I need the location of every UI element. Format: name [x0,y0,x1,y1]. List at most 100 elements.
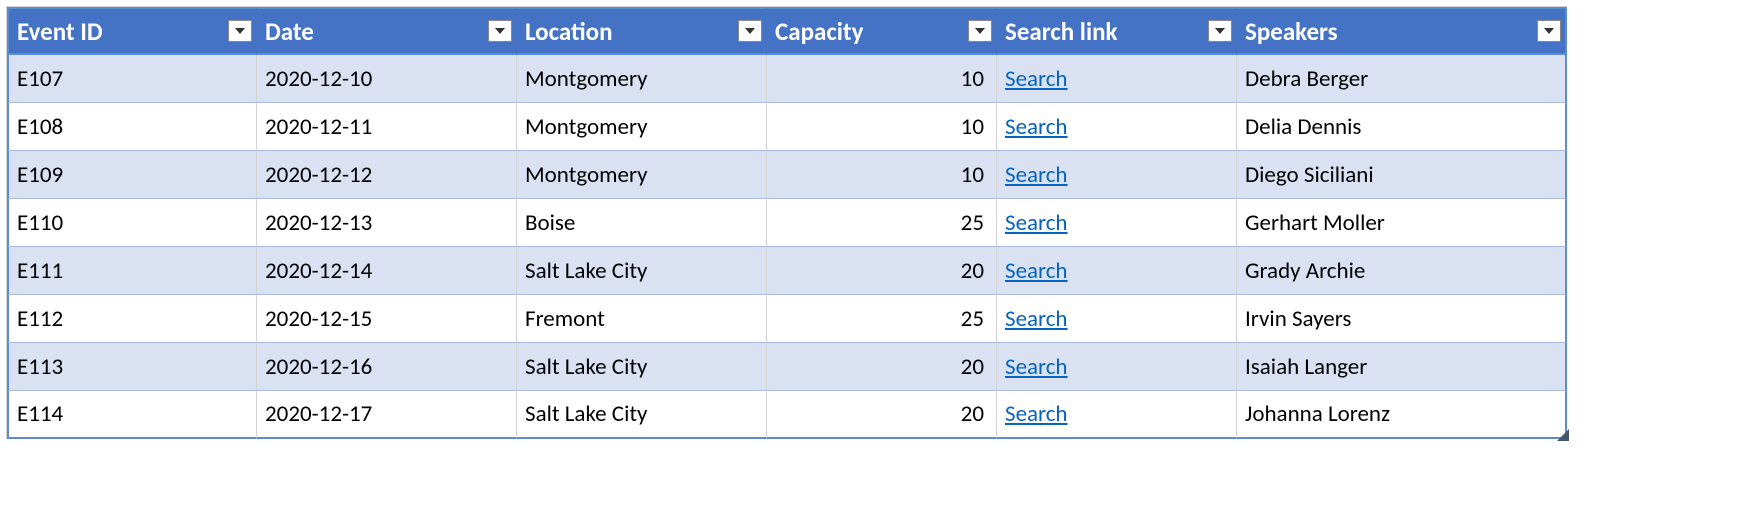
header-label: Location [525,16,613,47]
cell-search-link[interactable]: Search [997,103,1237,151]
filter-dropdown-capacity[interactable] [968,20,992,42]
cell-location-value: Salt Lake City [525,257,647,285]
cell-capacity-value: 20 [961,257,984,285]
cell-speakers[interactable]: Isaiah Langer [1237,343,1567,391]
cell-date[interactable]: 2020-12-12 [257,151,517,199]
header-label: Date [265,16,314,47]
cell-capacity[interactable]: 25 [767,295,997,343]
cell-event-id[interactable]: E111 [7,247,257,295]
cell-date[interactable]: 2020-12-17 [257,391,517,439]
cell-speakers-value: Isaiah Langer [1245,353,1367,381]
cell-date[interactable]: 2020-12-10 [257,55,517,103]
cell-location[interactable]: Salt Lake City [517,247,767,295]
cell-search-link[interactable]: Search [997,55,1237,103]
cell-capacity[interactable]: 10 [767,55,997,103]
cell-speakers[interactable]: Diego Siciliani [1237,151,1567,199]
cell-location[interactable]: Salt Lake City [517,391,767,439]
cell-date[interactable]: 2020-12-11 [257,103,517,151]
search-link[interactable]: Search [1005,209,1068,237]
cell-location[interactable]: Salt Lake City [517,343,767,391]
search-link[interactable]: Search [1005,400,1068,428]
table-row[interactable]: E1122020-12-15Fremont25 Search Irvin Saye… [7,295,1567,343]
table-row[interactable]: E1112020-12-14 Salt Lake City 20 Search Gra… [7,247,1567,295]
header-speakers[interactable]: Speakers [1237,7,1567,55]
chevron-down-icon [235,28,245,34]
cell-event-id[interactable]: E113 [7,343,257,391]
chevron-down-icon [1215,28,1225,34]
search-link[interactable]: Search [1005,113,1068,141]
cell-capacity[interactable]: 25 [767,199,997,247]
cell-search-link[interactable]: Search [997,151,1237,199]
table-row[interactable]: E110 2020-12-13 Boise 25 Search Gerhart Moll… [7,199,1567,247]
cell-date-value: 2020-12-10 [265,65,372,93]
header-event-id[interactable]: Event ID [7,7,257,55]
cell-date[interactable]: 2020-12-16 [257,343,517,391]
cell-event-id[interactable]: E114 [7,391,257,439]
search-link[interactable]: Search [1005,353,1068,381]
cell-event-id-value: E108 [17,113,63,141]
cell-date[interactable]: 2020-12-13 [257,199,517,247]
cell-capacity[interactable]: 20 [767,247,997,295]
cell-event-id[interactable]: E109 [7,151,257,199]
filter-dropdown-search-link[interactable] [1208,20,1232,42]
cell-capacity-value: 20 [961,400,984,428]
cell-speakers[interactable]: Johanna Lorenz [1237,391,1567,439]
filter-dropdown-speakers[interactable] [1537,20,1561,42]
search-link[interactable]: Search [1005,305,1068,333]
cell-capacity[interactable]: 20 [767,343,997,391]
filter-dropdown-location[interactable] [738,20,762,42]
table-row[interactable]: E107 2020-12-10 Montgomery10 Search Debra B… [7,55,1567,103]
table-row[interactable]: E1092020-12-12Montgomery 10 Search Diego S… [7,151,1567,199]
cell-date[interactable]: 2020-12-14 [257,247,517,295]
table-row[interactable]: E114 2020-12-17 Salt Lake City 20 Search Joh… [7,391,1567,439]
cell-search-link[interactable]: Search [997,199,1237,247]
cell-date-value: 2020-12-13 [265,209,372,237]
header-capacity[interactable]: Capacity [767,7,997,55]
cell-capacity-value: 25 [961,209,984,237]
cell-location[interactable]: Montgomery [517,103,767,151]
table-header-row: Event ID Date Location [7,7,1567,55]
cell-capacity[interactable]: 20 [767,391,997,439]
search-link[interactable]: Search [1005,257,1068,285]
header-search-link[interactable]: Search link [997,7,1237,55]
table-resize-handle[interactable] [1557,429,1569,441]
table-row[interactable]: E1132020-12-16Salt Lake City20 Search Isa… [7,343,1567,391]
cell-event-id[interactable]: E107 [7,55,257,103]
cell-search-link[interactable]: Search [997,295,1237,343]
cell-capacity[interactable]: 10 [767,103,997,151]
cell-speakers[interactable]: Delia Dennis [1237,103,1567,151]
cell-location[interactable]: Fremont [517,295,767,343]
cell-date[interactable]: 2020-12-15 [257,295,517,343]
cell-event-id-value: E110 [17,209,63,237]
cell-event-id[interactable]: E110 [7,199,257,247]
cell-capacity[interactable]: 10 [767,151,997,199]
cell-location-value: Boise [525,209,575,237]
filter-dropdown-date[interactable] [488,20,512,42]
cell-location-value: Salt Lake City [525,400,647,428]
cell-speakers-value: Diego Siciliani [1245,161,1374,189]
cell-speakers[interactable]: Grady Archie [1237,247,1567,295]
cell-event-id-value: E114 [17,400,63,428]
cell-event-id[interactable]: E112 [7,295,257,343]
cell-speakers[interactable]: Debra Berger [1237,55,1567,103]
cell-speakers[interactable]: Gerhart Moller [1237,199,1567,247]
chevron-down-icon [1544,28,1554,34]
header-location[interactable]: Location [517,7,767,55]
cell-speakers-value: Debra Berger [1245,65,1368,93]
cell-speakers-value: Grady Archie [1245,257,1365,285]
cell-capacity-value: 10 [961,161,984,189]
header-date[interactable]: Date [257,7,517,55]
search-link[interactable]: Search [1005,65,1068,93]
search-link[interactable]: Search [1005,161,1068,189]
cell-location[interactable]: Boise [517,199,767,247]
cell-search-link[interactable]: Search [997,247,1237,295]
cell-speakers[interactable]: Irvin Sayers [1237,295,1567,343]
cell-event-id[interactable]: E108 [7,103,257,151]
table-row[interactable]: E108 2020-12-11Montgomery10 Search Delia D… [7,103,1567,151]
cell-event-id-value: E107 [17,65,63,93]
cell-search-link[interactable]: Search [997,343,1237,391]
cell-location[interactable]: Montgomery [517,55,767,103]
filter-dropdown-event-id[interactable] [228,20,252,42]
cell-location[interactable]: Montgomery [517,151,767,199]
cell-search-link[interactable]: Search [997,391,1237,439]
